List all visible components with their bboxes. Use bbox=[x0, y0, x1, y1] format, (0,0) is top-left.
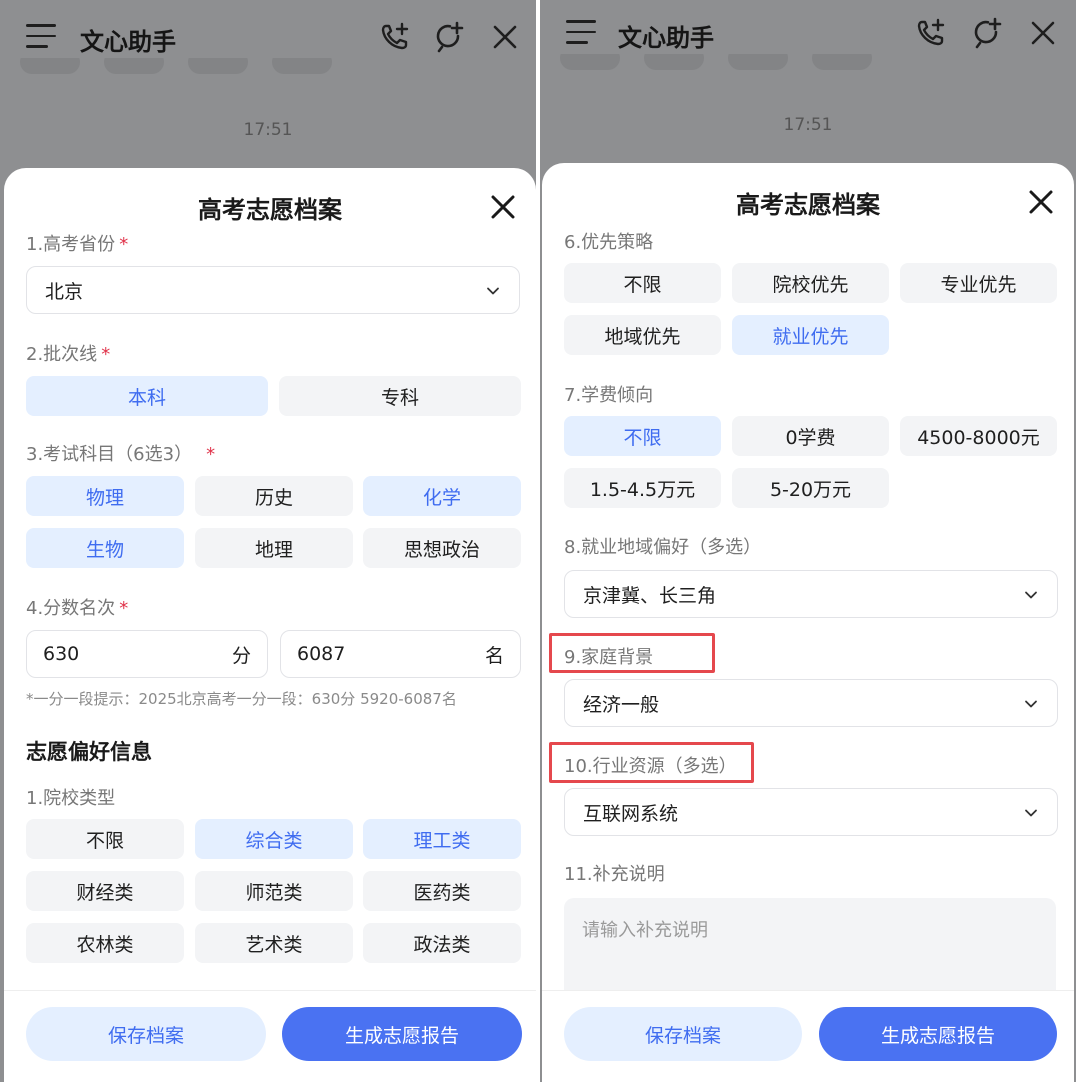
phone-add-icon[interactable] bbox=[378, 20, 412, 54]
tuition-label: 7.学费倾向 bbox=[564, 385, 654, 406]
family-label: 9.家庭背景 bbox=[564, 647, 654, 668]
sheet-title: 高考志愿档案 bbox=[198, 196, 342, 224]
notes-placeholder: 请输入补充说明 bbox=[582, 920, 708, 941]
new-chat-icon[interactable] bbox=[432, 20, 466, 54]
score-label: 4.分数名次 * bbox=[26, 598, 129, 619]
strategy-label: 6.优先策略 bbox=[564, 232, 654, 253]
score-unit: 分 bbox=[231, 644, 251, 667]
app-title: 文心助手 bbox=[80, 28, 176, 56]
school-type-normal[interactable]: 师范类 bbox=[195, 871, 353, 911]
sheet-footer: 保存档案 生成志愿报告 bbox=[4, 990, 536, 1082]
school-type-label: 1.院校类型 bbox=[26, 788, 116, 809]
subject-geography[interactable]: 地理 bbox=[195, 528, 353, 568]
sheet-footer: 保存档案 生成志愿报告 bbox=[542, 990, 1074, 1082]
school-type-agriculture[interactable]: 农林类 bbox=[26, 923, 184, 963]
close-icon[interactable] bbox=[488, 192, 518, 222]
school-type-comprehensive[interactable]: 综合类 bbox=[195, 819, 353, 859]
subject-history[interactable]: 历史 bbox=[195, 476, 353, 516]
generate-report-button[interactable]: 生成志愿报告 bbox=[819, 1007, 1057, 1061]
right-screenshot: 文心助手 17:51 高考志愿档案 6.优先策略 不限 院校优先 专业优先 地域… bbox=[540, 0, 1076, 1082]
message-time: 17:51 bbox=[243, 120, 293, 140]
rank-input[interactable]: 6087 名 bbox=[280, 630, 521, 678]
new-chat-icon[interactable] bbox=[970, 16, 1004, 50]
chevron-down-icon bbox=[1025, 809, 1037, 817]
batch-label: 2.批次线 * bbox=[26, 344, 111, 365]
chevron-down-icon bbox=[487, 287, 499, 295]
notes-label: 11.补充说明 bbox=[564, 864, 665, 885]
message-time: 17:51 bbox=[783, 115, 833, 135]
profile-sheet: 高考志愿档案 1.高考省份 * 北京 2.批次线 * 本科 专科 3.考试科目（6选… bbox=[4, 168, 536, 1082]
strategy-region-first[interactable]: 地域优先 bbox=[564, 315, 721, 355]
generate-report-button[interactable]: 生成志愿报告 bbox=[282, 1007, 522, 1061]
background-chips bbox=[20, 58, 516, 78]
score-input[interactable]: 630 分 bbox=[26, 630, 268, 678]
background-chips bbox=[560, 54, 1056, 74]
menu-icon[interactable] bbox=[566, 20, 596, 46]
school-type-any[interactable]: 不限 bbox=[26, 819, 184, 859]
close-icon[interactable] bbox=[1026, 187, 1056, 217]
subject-chemistry[interactable]: 化学 bbox=[363, 476, 521, 516]
subject-biology[interactable]: 生物 bbox=[26, 528, 184, 568]
province-select[interactable]: 北京 bbox=[26, 266, 520, 314]
chevron-down-icon bbox=[1025, 700, 1037, 708]
province-label: 1.高考省份 * bbox=[26, 234, 129, 255]
school-type-law[interactable]: 政法类 bbox=[363, 923, 521, 963]
tuition-5-20w[interactable]: 5-20万元 bbox=[732, 468, 889, 508]
score-hint: *一分一段提示：2025北京高考一分一段：630分 5920-6087名 bbox=[26, 690, 457, 708]
province-value: 北京 bbox=[45, 280, 84, 303]
job-region-select[interactable]: 京津冀、长三角 bbox=[564, 570, 1058, 618]
tuition-free[interactable]: 0学费 bbox=[732, 416, 889, 456]
rank-value: 6087 bbox=[297, 643, 346, 665]
industry-label: 10.行业资源（多选） bbox=[564, 756, 737, 777]
subjects-label: 3.考试科目（6选3） * bbox=[26, 444, 216, 465]
close-icon[interactable] bbox=[1026, 16, 1060, 50]
family-value: 经济一般 bbox=[583, 693, 660, 716]
save-profile-button[interactable]: 保存档案 bbox=[26, 1007, 266, 1061]
tuition-any[interactable]: 不限 bbox=[564, 416, 721, 456]
left-screenshot: 文心助手 17:51 高考志愿档案 1.高考省份 * 北京 2.批次线 * 本科 专… bbox=[0, 0, 536, 1082]
strategy-major-first[interactable]: 专业优先 bbox=[900, 263, 1057, 303]
family-select[interactable]: 经济一般 bbox=[564, 679, 1058, 727]
job-region-label: 8.就业地域偏好（多选） bbox=[564, 537, 762, 558]
subject-politics[interactable]: 思想政治 bbox=[363, 528, 521, 568]
batch-option-junior[interactable]: 专科 bbox=[279, 376, 521, 416]
score-value: 630 bbox=[43, 643, 80, 665]
school-type-finance[interactable]: 财经类 bbox=[26, 871, 184, 911]
profile-sheet: 高考志愿档案 6.优先策略 不限 院校优先 专业优先 地域优先 就业优先 7.学… bbox=[542, 163, 1074, 1082]
industry-select[interactable]: 互联网系统 bbox=[564, 788, 1058, 836]
tuition-4500-8000[interactable]: 4500-8000元 bbox=[900, 416, 1057, 456]
close-icon[interactable] bbox=[488, 20, 522, 54]
strategy-employment-first[interactable]: 就业优先 bbox=[732, 315, 889, 355]
strategy-any[interactable]: 不限 bbox=[564, 263, 721, 303]
rank-unit: 名 bbox=[484, 644, 504, 667]
sheet-title: 高考志愿档案 bbox=[736, 191, 880, 219]
app-title: 文心助手 bbox=[618, 24, 714, 52]
phone-add-icon[interactable] bbox=[914, 16, 948, 50]
menu-icon[interactable] bbox=[26, 24, 56, 50]
chevron-down-icon bbox=[1025, 591, 1037, 599]
preference-section-title: 志愿偏好信息 bbox=[26, 740, 152, 764]
subject-physics[interactable]: 物理 bbox=[26, 476, 184, 516]
strategy-school-first[interactable]: 院校优先 bbox=[732, 263, 889, 303]
school-type-medical[interactable]: 医药类 bbox=[363, 871, 521, 911]
industry-value: 互联网系统 bbox=[583, 802, 679, 825]
school-type-art[interactable]: 艺术类 bbox=[195, 923, 353, 963]
batch-option-undergrad[interactable]: 本科 bbox=[26, 376, 268, 416]
job-region-value: 京津冀、长三角 bbox=[583, 584, 717, 607]
save-profile-button[interactable]: 保存档案 bbox=[564, 1007, 802, 1061]
school-type-engineering[interactable]: 理工类 bbox=[363, 819, 521, 859]
tuition-1.5-4.5w[interactable]: 1.5-4.5万元 bbox=[564, 468, 721, 508]
